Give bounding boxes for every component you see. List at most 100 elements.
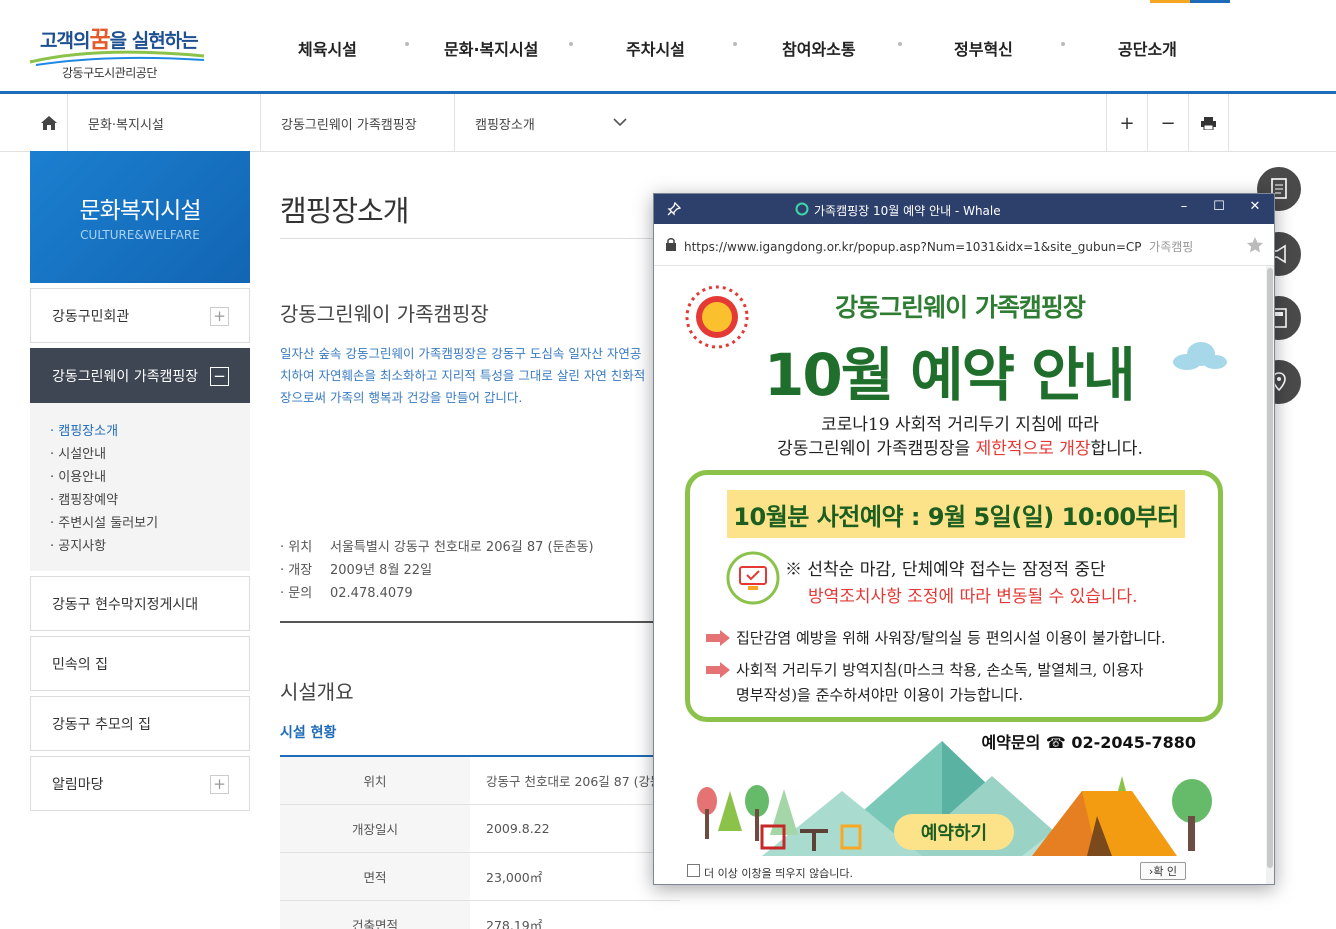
nav-separator bbox=[733, 42, 737, 46]
nav-about[interactable]: 공단소개 bbox=[1118, 36, 1177, 60]
sidebar-item-label: 강동그린웨이 가족캠핑장 bbox=[52, 368, 199, 385]
sidebar-item-folk-house[interactable]: 민속의 집 bbox=[30, 636, 250, 691]
submenu-nearby[interactable]: · 주변시설 둘러보기 bbox=[50, 512, 250, 535]
pin-icon[interactable] bbox=[667, 202, 681, 216]
popup-window: 가족캠핑장 10월 예약 안내 - Whale – ☐ ✕ https://ww… bbox=[653, 193, 1275, 885]
global-nav: 체육시설 문화·복지시설 주차시설 참여와소통 정부혁신 공단소개 bbox=[248, 0, 1228, 94]
popup-scrollbar[interactable] bbox=[1266, 266, 1274, 884]
sidebar-item-notice-board[interactable]: 알림마당 + bbox=[30, 756, 250, 811]
info-location: · 위치 서울특별시 강동구 천호대로 206길 87 (둔촌동) bbox=[280, 540, 594, 555]
submenu-facility-info[interactable]: · 시설안내 bbox=[50, 443, 250, 466]
nav-separator bbox=[898, 42, 902, 46]
breadcrumb: 문화·복지시설 강동그린웨이 가족캠핑장 캠핑장소개 + − bbox=[0, 94, 1336, 152]
nav-separator bbox=[569, 42, 573, 46]
nav-participation[interactable]: 참여와소통 bbox=[782, 36, 856, 60]
page-title: 캠핑장소개 bbox=[280, 194, 409, 228]
chevron-down-icon bbox=[613, 118, 627, 127]
home-button[interactable] bbox=[30, 94, 68, 152]
scrollbar-thumb[interactable] bbox=[1267, 268, 1273, 868]
sidebar-item-memorial[interactable]: 강동구 추모의 집 bbox=[30, 696, 250, 751]
submenu-usage-guide[interactable]: · 이용안내 bbox=[50, 466, 250, 489]
lock-icon bbox=[666, 238, 676, 251]
reservation-info-box: 10월분 사전예약 : 9월 5일(일) 10:00부터 ※ 선착순 마감, 단… bbox=[685, 470, 1223, 722]
nav-gov-innovation[interactable]: 정부혁신 bbox=[954, 36, 1013, 60]
caution-facility: 집단감염 예방을 위해 사워장/탈의실 등 편의시설 이용이 불가합니다. bbox=[736, 629, 1166, 647]
breadcrumb-level1[interactable]: 문화·복지시설 bbox=[68, 94, 261, 152]
facility-status-title: 시설 현황 bbox=[280, 725, 337, 741]
sidebar-item-camping[interactable]: 강동그린웨이 가족캠핑장 − bbox=[30, 348, 250, 403]
minimize-button[interactable]: – bbox=[1174, 199, 1194, 219]
site-header: 고객의꿈을 실현하는 강동구도시관리공단 체육시설 문화·복지시설 주차시설 참… bbox=[0, 0, 1336, 94]
popup-address-bar[interactable]: https://www.igangdong.or.kr/popup.asp?Nu… bbox=[654, 224, 1274, 266]
sidebar-item-label: 강동구 현수막지정게시대 bbox=[52, 596, 199, 613]
reserve-button[interactable]: 예약하기 bbox=[894, 814, 1014, 850]
collapse-toggle[interactable]: − bbox=[210, 367, 229, 386]
computer-reservation-icon bbox=[726, 551, 780, 605]
maximize-button[interactable]: ☐ bbox=[1209, 199, 1229, 219]
print-button[interactable] bbox=[1188, 94, 1229, 152]
sidebar-subtitle: CULTURE&WELFARE bbox=[80, 228, 200, 242]
nav-culture-welfare[interactable]: 문화·복지시설 bbox=[444, 36, 538, 60]
dont-show-again-checkbox[interactable] bbox=[687, 864, 700, 877]
sidebar-item-label: 알림마당 bbox=[52, 776, 104, 793]
caution-distancing-line2: 명부작성)을 준수하셔야만 이용이 가능합니다. bbox=[736, 686, 1024, 704]
section-title: 강동그린웨이 가족캠핑장 bbox=[280, 302, 489, 326]
confirm-button[interactable]: ›확 인 bbox=[1140, 862, 1186, 880]
print-icon bbox=[1201, 116, 1216, 130]
facility-table: 위치 강동구 천호대로 206길 87 (강동 개장일시 2009.8.22 면적 2… bbox=[280, 755, 680, 929]
whale-browser-icon bbox=[795, 202, 809, 216]
caution-distancing-line1: 사회적 거리두기 방역지침(마스크 착용, 손소독, 발열체크, 이용자 bbox=[736, 661, 1144, 679]
submenu-reservation[interactable]: · 캠핑장예약 bbox=[50, 489, 250, 512]
popup-notice-line2: 강동그린웨이 가족캠핑장을 제한적으로 개장합니다. bbox=[777, 439, 1143, 459]
sidebar-item-banner-board[interactable]: 강동구 현수막지정게시대 bbox=[30, 576, 250, 631]
table-row: 건축면적 278.19㎡ bbox=[280, 901, 680, 929]
zoom-in-button[interactable]: + bbox=[1106, 94, 1147, 152]
expand-toggle[interactable]: + bbox=[210, 307, 229, 326]
star-icon[interactable] bbox=[1246, 236, 1264, 254]
nav-sports[interactable]: 체육시설 bbox=[298, 36, 357, 60]
sidebar-item-label: 강동구 추모의 집 bbox=[52, 716, 152, 733]
sidebar-title: 문화복지시설 bbox=[79, 198, 202, 224]
zoom-out-button[interactable]: − bbox=[1147, 94, 1188, 152]
nav-separator bbox=[405, 42, 409, 46]
popup-heading: 강동그린웨이 가족캠핑장 bbox=[835, 293, 1086, 322]
close-button[interactable]: ✕ bbox=[1245, 199, 1265, 219]
popup-content: 강동그린웨이 가족캠핑장 10월 예약 안내 코로나19 사회적 거리두기 지침… bbox=[654, 266, 1266, 884]
table-row: 개장일시 2009.8.22 bbox=[280, 805, 680, 853]
change-notice: 방역조치사항 조정에 따라 변동될 수 있습니다. bbox=[808, 587, 1138, 607]
breadcrumb-level2[interactable]: 강동그린웨이 가족캠핑장 bbox=[261, 94, 455, 152]
breadcrumb-level3[interactable]: 캠핑장소개 bbox=[455, 94, 645, 152]
sidebar-item-gangdong-hall[interactable]: 강동구민회관 + bbox=[30, 288, 250, 343]
section-title-overview: 시설개요 bbox=[280, 680, 354, 704]
popup-footer: 더 이상 이창을 띄우지 않습니다. ›확 인 bbox=[654, 858, 1266, 884]
table-row: 면적 23,000㎡ bbox=[280, 853, 680, 901]
sidebar-submenu: · 캠핑장소개 · 시설안내 · 이용안내 · 캠핑장예약 · 주변시설 둘러보… bbox=[30, 403, 250, 571]
info-contact: · 문의 02.478.4079 bbox=[280, 586, 413, 601]
popup-window-title: 가족캠핑장 10월 예약 안내 - Whale bbox=[814, 204, 1001, 218]
breadcrumb-level3-label: 캠핑장소개 bbox=[475, 117, 535, 133]
popup-url: https://www.igangdong.or.kr/popup.asp?Nu… bbox=[684, 240, 1194, 254]
cloud-icon bbox=[1173, 342, 1227, 370]
logo-org-name: 강동구도시관리공단 bbox=[62, 66, 157, 80]
expand-toggle[interactable]: + bbox=[210, 775, 229, 794]
nav-parking[interactable]: 주차시설 bbox=[626, 36, 685, 60]
nav-separator bbox=[1061, 42, 1065, 46]
arrow-right-icon bbox=[706, 630, 730, 646]
info-opening: · 개장 2009년 8월 22일 bbox=[280, 563, 433, 578]
home-icon bbox=[40, 116, 57, 130]
camping-info-list: · 위치 서울특별시 강동구 천호대로 206길 87 (둔촌동) · 개장 200… bbox=[280, 536, 594, 605]
dont-show-again-label[interactable]: 더 이상 이창을 띄우지 않습니다. bbox=[704, 865, 853, 881]
submenu-camping-intro[interactable]: · 캠핑장소개 bbox=[50, 420, 250, 443]
section-divider bbox=[280, 621, 680, 623]
camping-description: 일자산 숲속 강동그린웨이 가족캠핑장은 강동구 도심속 일자산 자연공 치하여… bbox=[280, 346, 646, 405]
table-row: 위치 강동구 천호대로 206길 87 (강동 bbox=[280, 757, 680, 805]
popup-notice-line1: 코로나19 사회적 거리두기 지침에 따라 bbox=[821, 415, 1099, 435]
sidebar-item-label: 강동구민회관 bbox=[52, 308, 130, 325]
popup-titlebar[interactable]: 가족캠핑장 10월 예약 안내 - Whale – ☐ ✕ bbox=[654, 194, 1274, 224]
submenu-notices[interactable]: · 공지사항 bbox=[50, 535, 250, 558]
popup-main-title: 10월 예약 안내 bbox=[764, 341, 1136, 409]
sidebar-title-box: 문화복지시설 CULTURE&WELFARE bbox=[30, 151, 250, 283]
arrow-right-icon bbox=[706, 662, 730, 678]
first-come-notice: ※ 선착순 마감, 단체예약 접수는 잠정적 중단 bbox=[785, 560, 1106, 580]
site-logo[interactable]: 고객의꿈을 실현하는 강동구도시관리공단 bbox=[28, 12, 218, 82]
